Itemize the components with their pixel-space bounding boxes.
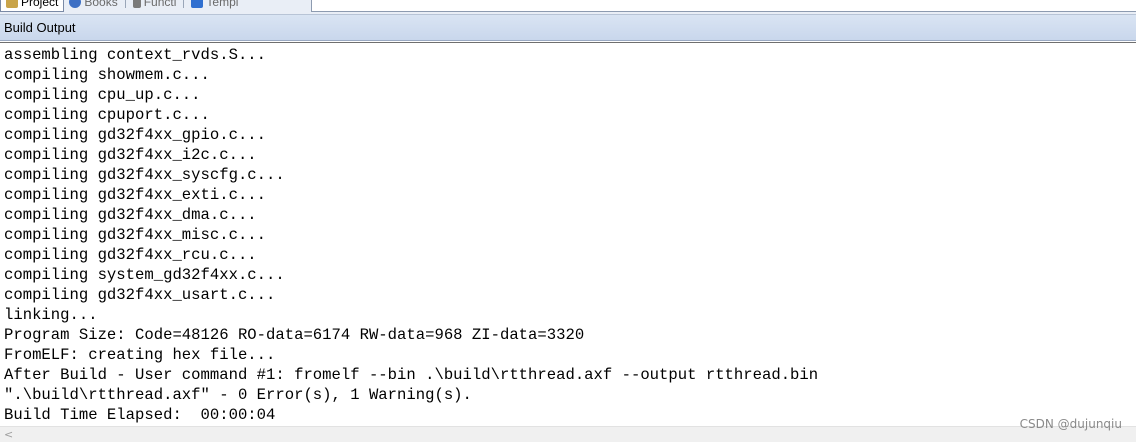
- output-line: FromELF: creating hex file...: [4, 346, 276, 364]
- tab-label: Functi: [143, 0, 177, 9]
- output-lines: assembling context_rvds.S... compiling sh…: [0, 43, 1136, 425]
- output-line: linking...: [4, 306, 98, 324]
- output-line: compiling gd32f4xx_dma.c...: [4, 206, 257, 224]
- output-line: compiling gd32f4xx_exti.c...: [4, 186, 267, 204]
- output-line: compiling showmem.c...: [4, 66, 210, 84]
- output-line: ".\build\rtthread.axf" - 0 Error(s), 1 W…: [4, 386, 472, 404]
- output-line: compiling gd32f4xx_syscfg.c...: [4, 166, 285, 184]
- tab-functions[interactable]: Functi: [128, 0, 182, 11]
- editor-area-edge: [311, 0, 1136, 12]
- build-output-text-area[interactable]: assembling context_rvds.S... compiling sh…: [0, 42, 1136, 426]
- tab-divider: [124, 0, 126, 8]
- tab-books[interactable]: Books: [64, 0, 122, 11]
- tab-label: Books: [84, 0, 118, 9]
- tab-templates[interactable]: Templ: [186, 0, 243, 11]
- output-line: compiling cpuport.c...: [4, 106, 210, 124]
- scroll-left-icon[interactable]: <: [4, 428, 13, 441]
- output-line: assembling context_rvds.S...: [4, 46, 267, 64]
- output-line: compiling cpu_up.c...: [4, 86, 201, 104]
- build-output-window: Project Books Functi Templ Build Output …: [0, 0, 1136, 442]
- output-line: Build Time Elapsed: 00:00:04: [4, 406, 276, 424]
- output-line: Program Size: Code=48126 RO-data=6174 RW…: [4, 326, 585, 344]
- output-line: After Build - User command #1: fromelf -…: [4, 366, 819, 384]
- workspace-tab-strip: Project Books Functi Templ: [0, 0, 243, 12]
- horizontal-scrollbar[interactable]: <: [0, 426, 1136, 442]
- tab-project[interactable]: Project: [0, 0, 65, 12]
- books-icon: [69, 0, 82, 8]
- project-icon: [6, 0, 18, 8]
- output-line: compiling gd32f4xx_rcu.c...: [4, 246, 257, 264]
- templates-icon: [191, 0, 204, 8]
- output-line: compiling gd32f4xx_i2c.c...: [4, 146, 257, 164]
- tab-divider: [183, 0, 185, 8]
- tab-label: Templ: [206, 0, 239, 9]
- output-line: compiling gd32f4xx_usart.c...: [4, 286, 276, 304]
- output-line: compiling gd32f4xx_misc.c...: [4, 226, 267, 244]
- tab-label: Project: [21, 0, 59, 9]
- output-line: compiling system_gd32f4xx.c...: [4, 266, 285, 284]
- panel-title-bar: Build Output: [0, 15, 1136, 41]
- workspace-tabs-bar: Project Books Functi Templ: [0, 0, 1136, 15]
- watermark: CSDN @dujunqiu: [1019, 417, 1122, 431]
- output-line: compiling gd32f4xx_gpio.c...: [4, 126, 267, 144]
- panel-title: Build Output: [4, 20, 76, 35]
- functions-icon: [132, 0, 141, 8]
